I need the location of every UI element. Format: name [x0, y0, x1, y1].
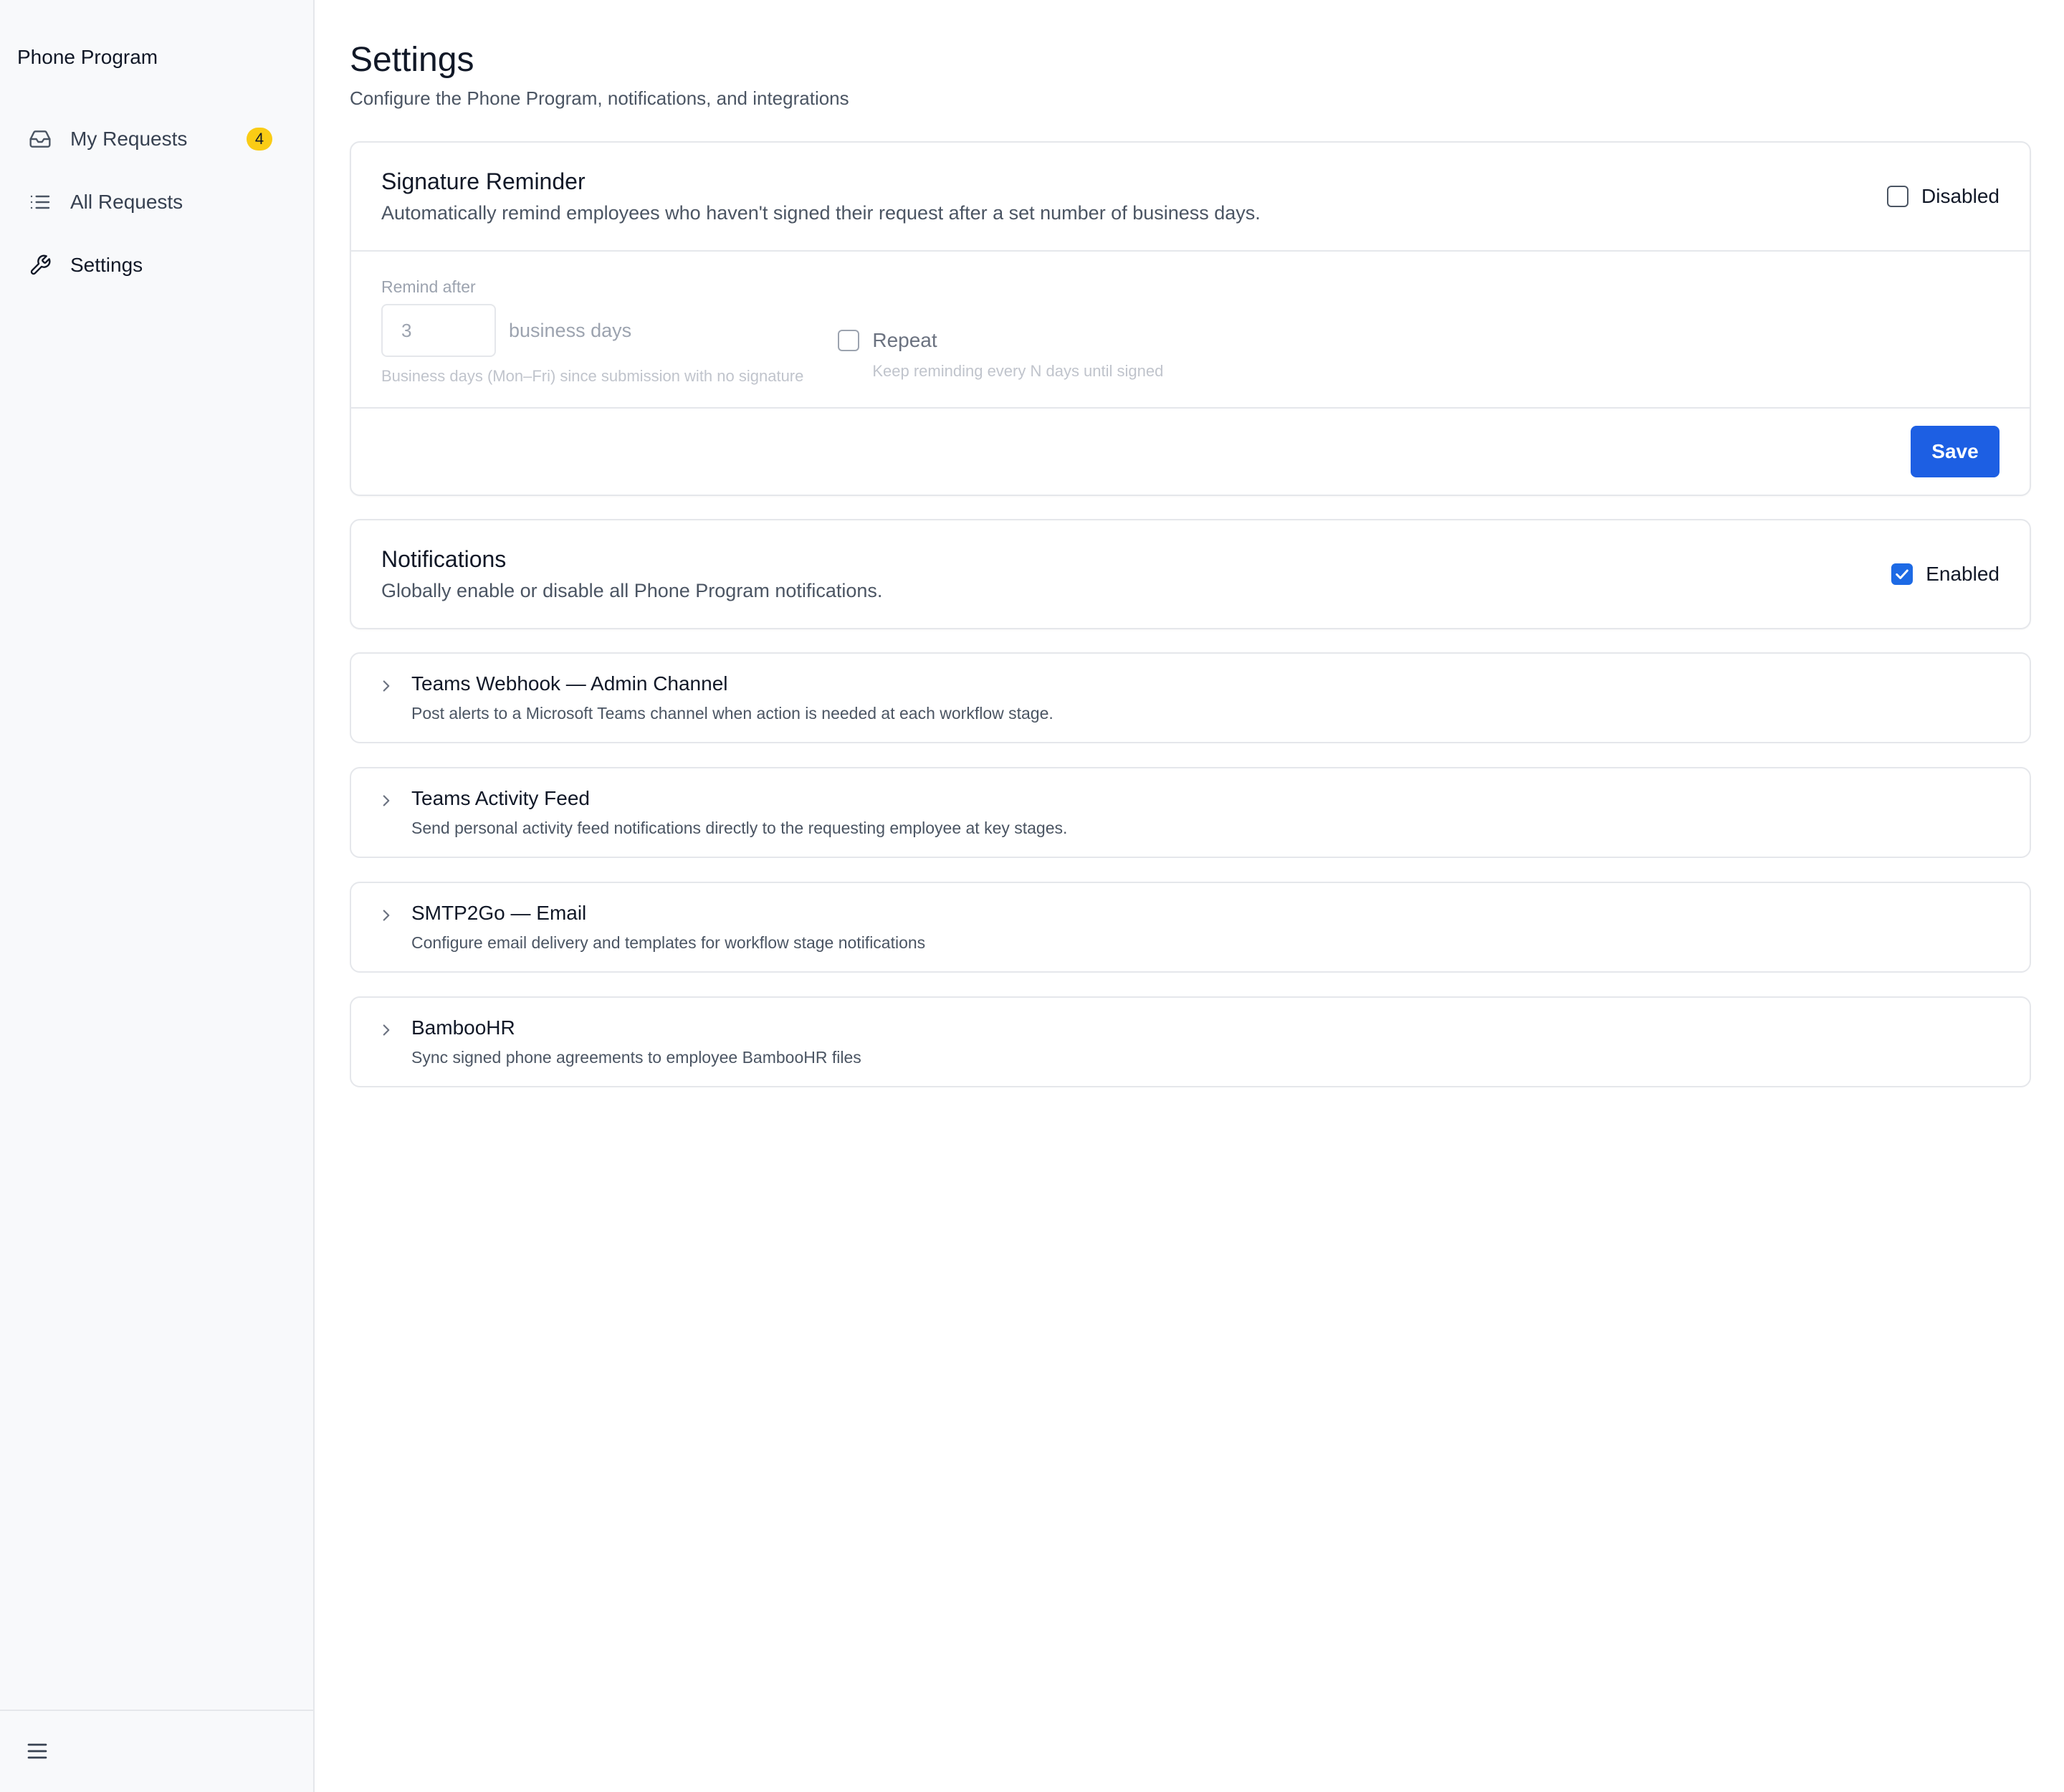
integration-text: Teams Activity Feed Send personal activi…	[411, 787, 1067, 838]
page-title: Settings	[350, 41, 474, 79]
requests-count-badge: 4	[247, 128, 272, 151]
integration-title: Teams Activity Feed	[411, 787, 590, 809]
menu-icon[interactable]	[24, 1738, 50, 1764]
signature-reminder-card: Signature Reminder Automatically remind …	[350, 141, 2031, 496]
toggle-label: Disabled	[1921, 185, 2000, 207]
signature-reminder-checkbox[interactable]	[1887, 186, 1909, 207]
remind-after-label: Remind after	[381, 277, 476, 296]
sidebar: Phone Program My Requests 4 All Requests…	[0, 0, 315, 1792]
sidebar-item-label: My Requests	[70, 128, 188, 150]
card-description: Globally enable or disable all Phone Pro…	[381, 580, 883, 601]
sidebar-item-all-requests[interactable]: All Requests	[14, 171, 287, 234]
integration-title: Teams Webhook — Admin Channel	[411, 672, 728, 695]
card-title: Signature Reminder	[381, 168, 586, 194]
integration-teams-webhook[interactable]: Teams Webhook — Admin Channel Post alert…	[350, 652, 2031, 743]
notifications-checkbox[interactable]	[1891, 563, 1914, 585]
sidebar-nav: My Requests 4 All Requests Settings	[14, 108, 287, 297]
remind-after-group: Remind after business days Business days…	[381, 277, 803, 386]
app-title: Phone Program	[17, 46, 158, 68]
integration-description: Send personal activity feed notification…	[411, 819, 1068, 837]
repeat-label: Repeat	[872, 329, 937, 351]
sidebar-item-my-requests[interactable]: My Requests 4	[14, 108, 287, 171]
sidebar-item-label: Settings	[70, 254, 143, 276]
integration-text: Teams Webhook — Admin Channel Post alert…	[411, 672, 1054, 723]
integration-description: Sync signed phone agreements to employee…	[411, 1048, 861, 1067]
save-button[interactable]: Save	[1911, 426, 2000, 477]
card-heading: Signature Reminder Automatically remind …	[381, 168, 1261, 224]
repeat-group: Repeat Keep reminding every N days until…	[838, 329, 1163, 381]
check-icon	[1896, 569, 1909, 579]
remind-after-row: business days	[381, 304, 803, 357]
sidebar-item-label: All Requests	[70, 191, 183, 213]
integration-description: Configure email delivery and templates f…	[411, 933, 926, 952]
chevron-right-icon	[377, 791, 396, 810]
wrench-icon	[29, 254, 52, 277]
integration-text: BambooHR Sync signed phone agreements to…	[411, 1016, 861, 1067]
chevron-right-icon	[377, 906, 396, 925]
card-description: Automatically remind employees who haven…	[381, 202, 1261, 224]
integration-title: BambooHR	[411, 1016, 515, 1039]
card-title: Notifications	[381, 546, 507, 572]
app-root: Phone Program My Requests 4 All Requests…	[0, 0, 2064, 1792]
integration-description: Post alerts to a Microsoft Teams channel…	[411, 704, 1054, 723]
page-subtitle: Configure the Phone Program, notificatio…	[350, 87, 849, 109]
remind-after-input[interactable]	[381, 304, 496, 357]
card-heading: Notifications Globally enable or disable…	[381, 546, 882, 602]
signature-reminder-toggle[interactable]: Disabled	[1887, 185, 2000, 208]
notifications-card: Notifications Globally enable or disable…	[350, 519, 2031, 629]
sidebar-item-settings[interactable]: Settings	[14, 234, 287, 297]
remind-after-unit: business days	[509, 319, 632, 341]
main-content: Settings Configure the Phone Program, no…	[315, 0, 2064, 1792]
reminder-settings: Remind after business days Business days…	[351, 250, 2030, 407]
integration-bamboohr[interactable]: BambooHR Sync signed phone agreements to…	[350, 996, 2031, 1087]
integration-teams-activity-feed[interactable]: Teams Activity Feed Send personal activi…	[350, 767, 2031, 858]
notifications-toggle[interactable]: Enabled	[1891, 563, 2000, 586]
remind-after-hint: Business days (Mon–Fri) since submission…	[381, 367, 804, 385]
repeat-hint: Keep reminding every N days until signed	[872, 362, 1164, 380]
sidebar-footer	[0, 1710, 313, 1792]
repeat-toggle[interactable]: Repeat	[838, 329, 1163, 352]
repeat-checkbox[interactable]	[838, 330, 860, 351]
chevron-right-icon	[377, 1021, 396, 1039]
toggle-label: Enabled	[1926, 563, 2000, 585]
card-header: Notifications Globally enable or disable…	[351, 520, 2030, 628]
integration-title: SMTP2Go — Email	[411, 902, 587, 924]
list-icon	[29, 191, 52, 214]
inbox-icon	[29, 128, 52, 151]
chevron-right-icon	[377, 677, 396, 695]
integration-text: SMTP2Go — Email Configure email delivery…	[411, 902, 925, 953]
card-header: Signature Reminder Automatically remind …	[351, 143, 2030, 250]
card-footer: Save	[351, 407, 2030, 495]
integration-smtp2go-email[interactable]: SMTP2Go — Email Configure email delivery…	[350, 882, 2031, 973]
